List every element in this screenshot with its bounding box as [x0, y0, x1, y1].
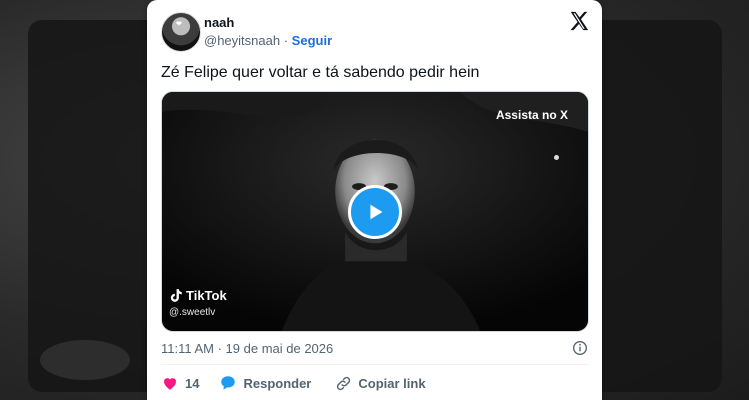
action-bar: 14 Responder Copiar link — [161, 374, 426, 392]
copy-link-label: Copiar link — [358, 375, 426, 391]
divider — [161, 364, 589, 365]
follow-button[interactable]: Seguir — [292, 33, 332, 48]
reply-icon — [221, 376, 236, 390]
play-button[interactable] — [348, 185, 402, 239]
tiktok-watermark: TikTok @.sweetlv — [169, 288, 227, 318]
watch-on-x-label[interactable]: Assista no X — [496, 108, 568, 122]
handle-line: @heyitsnaah · Seguir — [204, 33, 332, 48]
separator: · — [283, 33, 289, 48]
light-spot — [554, 155, 559, 160]
link-icon — [337, 376, 351, 390]
timestamp[interactable]: 11:11 AM · 19 de mai de 2026 — [161, 341, 333, 356]
handle[interactable]: @heyitsnaah — [204, 33, 280, 48]
tweet-card: ❤ naah @heyitsnaah · Seguir Zé Felipe qu… — [147, 0, 602, 400]
reply-label: Responder — [243, 375, 312, 391]
avatar-mark: ❤ — [176, 21, 182, 28]
tiktok-label: TikTok — [186, 288, 227, 303]
display-name[interactable]: naah — [204, 15, 234, 30]
avatar[interactable]: ❤ — [161, 12, 201, 52]
info-icon[interactable] — [572, 340, 588, 356]
tiktok-username: @.sweetlv — [169, 307, 216, 318]
like-button[interactable]: 14 — [161, 374, 199, 392]
heart-icon — [164, 378, 176, 390]
reply-button[interactable]: Responder — [219, 374, 311, 392]
copy-link-button[interactable]: Copiar link — [335, 375, 426, 392]
x-logo-icon[interactable] — [568, 10, 590, 32]
tiktok-icon — [170, 289, 182, 302]
play-icon — [370, 204, 383, 220]
tweet-text: Zé Felipe quer voltar e tá sabendo pedir… — [161, 64, 480, 81]
video-player[interactable]: Assista no X TikTok @.sweetlv — [161, 91, 589, 332]
like-count: 14 — [185, 375, 200, 391]
background-blob — [40, 340, 130, 380]
